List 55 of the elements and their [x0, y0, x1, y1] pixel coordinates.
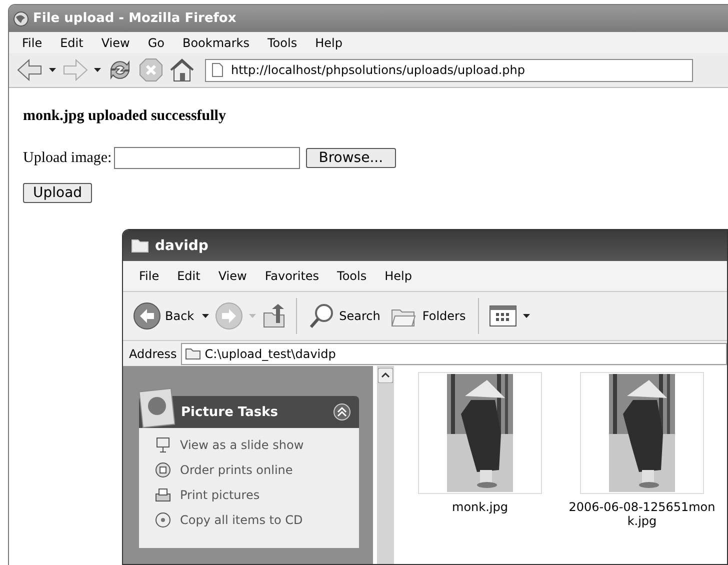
menu-item[interactable]: Favorites [256, 269, 330, 283]
menu-item[interactable]: File [13, 36, 52, 50]
caret-icon[interactable] [522, 314, 530, 318]
disc-icon [155, 512, 171, 528]
file-input-field[interactable] [114, 147, 300, 169]
field-label: Upload image: [23, 150, 112, 166]
folder-icon [184, 347, 201, 360]
menu-item[interactable]: Go [138, 36, 174, 50]
collapse-icon[interactable] [333, 403, 351, 421]
file-name[interactable]: 2006-06-08-125651monk.jpg [564, 500, 720, 528]
menu-item[interactable]: Edit [51, 36, 92, 50]
printer-icon [155, 487, 171, 503]
projector-screen-icon [155, 437, 171, 453]
menu-item[interactable]: File [131, 269, 170, 283]
home-icon[interactable] [169, 58, 195, 82]
scroll-up-icon[interactable] [378, 368, 393, 383]
stop-icon[interactable] [139, 58, 163, 82]
search-button[interactable]: Search [307, 301, 382, 331]
folder-up-icon[interactable] [262, 303, 286, 329]
browse-button[interactable]: Browse... [306, 148, 396, 168]
task-link[interactable]: Print pictures [180, 488, 260, 502]
thumbnail[interactable] [418, 372, 542, 494]
address-field[interactable]: http://localhost/phpsolutions/uploads/upload.php [205, 58, 693, 82]
task-link[interactable]: Copy all items to CD [180, 513, 303, 527]
address-label: Address [129, 346, 177, 360]
caret-icon[interactable] [94, 68, 101, 72]
menu-item[interactable]: View [210, 269, 257, 283]
task-link[interactable]: Order prints online [180, 463, 293, 477]
menu-item[interactable]: Bookmarks [173, 36, 259, 50]
menu-item[interactable]: Edit [169, 269, 210, 283]
file-name[interactable]: monk.jpg [402, 500, 558, 514]
menu-item[interactable]: View [92, 36, 139, 50]
window-title: File upload - Mozilla Firefox [33, 11, 236, 26]
folder-icon [131, 238, 149, 253]
panel-title: Picture Tasks [181, 404, 278, 420]
address-field[interactable]: C:\upload_test\davidp [180, 342, 727, 364]
upload-button[interactable]: Upload [23, 183, 92, 203]
back-button[interactable]: Back [131, 300, 196, 332]
menu-item[interactable]: Tools [329, 269, 377, 283]
caret-icon[interactable] [49, 68, 56, 72]
menu-item[interactable]: Tools [258, 36, 306, 50]
page-icon [212, 63, 223, 77]
search-icon [309, 303, 336, 329]
task-link[interactable]: View as a slide show [180, 438, 304, 452]
photo-icon [139, 388, 175, 428]
menu-item[interactable]: Help [376, 269, 422, 283]
thumbnail[interactable] [580, 372, 704, 494]
window-title: davidp [155, 238, 208, 254]
folders-button[interactable]: Folders [388, 302, 468, 330]
views-icon[interactable] [488, 305, 517, 327]
scroll-bar[interactable] [377, 366, 394, 564]
caret-icon[interactable] [202, 314, 210, 318]
back-arrow-icon[interactable] [17, 59, 43, 81]
success-message: monk.jpg uploaded successfully [23, 108, 227, 125]
menu-item[interactable]: Help [306, 36, 352, 50]
